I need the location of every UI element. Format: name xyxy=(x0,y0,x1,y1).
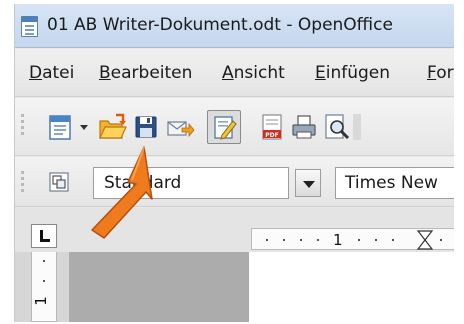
horizontal-ruler-number: 1 xyxy=(333,231,343,249)
font-name-combobox[interactable]: Times New xyxy=(335,167,454,199)
menu-bearbeiten[interactable]: Bearbeiten xyxy=(99,63,192,83)
styles-formatting-button[interactable] xyxy=(45,167,75,197)
menu-format[interactable]: For xyxy=(427,63,454,83)
window-title: 01 AB Writer-Dokument.odt - OpenOffice xyxy=(47,15,393,35)
edit-mode-button[interactable] xyxy=(207,110,241,144)
menu-ansicht[interactable]: Ansicht xyxy=(222,63,285,83)
dropdown-arrow-icon xyxy=(80,125,88,130)
paragraph-style-dropdown-button[interactable] xyxy=(295,169,321,197)
page-preview-button[interactable] xyxy=(321,112,351,142)
svg-text:PDF: PDF xyxy=(265,132,278,139)
toolbar-overflow xyxy=(353,114,361,140)
new-document-icon xyxy=(49,115,71,140)
new-document-button[interactable] xyxy=(45,112,75,142)
open-button[interactable] xyxy=(97,112,127,142)
print-icon xyxy=(292,115,316,139)
menu-datei[interactable]: Datei xyxy=(29,63,74,83)
menu-bar: Datei Bearbeiten Ansicht Einfügen For xyxy=(15,49,454,97)
orange-pointer-arrow xyxy=(91,146,153,239)
edit-mode-icon xyxy=(214,116,237,140)
new-document-dropdown[interactable] xyxy=(77,112,91,142)
send-email-button[interactable] xyxy=(165,112,195,142)
document-page[interactable] xyxy=(249,252,454,322)
vertical-ruler[interactable]: 1 xyxy=(31,252,57,322)
open-folder-icon xyxy=(99,113,127,139)
writer-document-icon xyxy=(21,16,38,37)
styles-window-icon xyxy=(49,172,69,192)
export-pdf-button[interactable]: PDF xyxy=(257,112,287,142)
tab-stop-selector[interactable] xyxy=(31,224,57,248)
document-work-area: 1 xyxy=(15,252,454,322)
page-preview-icon xyxy=(325,114,350,140)
vertical-ruler-number: 1 xyxy=(31,296,50,306)
export-pdf-icon: PDF xyxy=(262,114,282,140)
font-name-value: Times New xyxy=(345,173,438,193)
save-button[interactable] xyxy=(131,112,161,142)
page-margin-area xyxy=(69,252,249,322)
title-bar[interactable]: 01 AB Writer-Dokument.odt - OpenOffice xyxy=(15,4,454,48)
print-button[interactable] xyxy=(289,112,319,142)
toolbar-grip[interactable] xyxy=(21,114,26,138)
send-email-icon xyxy=(167,121,195,138)
indent-marker-icon[interactable] xyxy=(416,230,434,254)
horizontal-ruler[interactable]: 1 xyxy=(251,228,454,250)
menu-einfuegen[interactable]: Einfügen xyxy=(315,63,390,83)
save-icon xyxy=(135,116,157,138)
formatting-toolbar-grip[interactable] xyxy=(21,171,26,195)
